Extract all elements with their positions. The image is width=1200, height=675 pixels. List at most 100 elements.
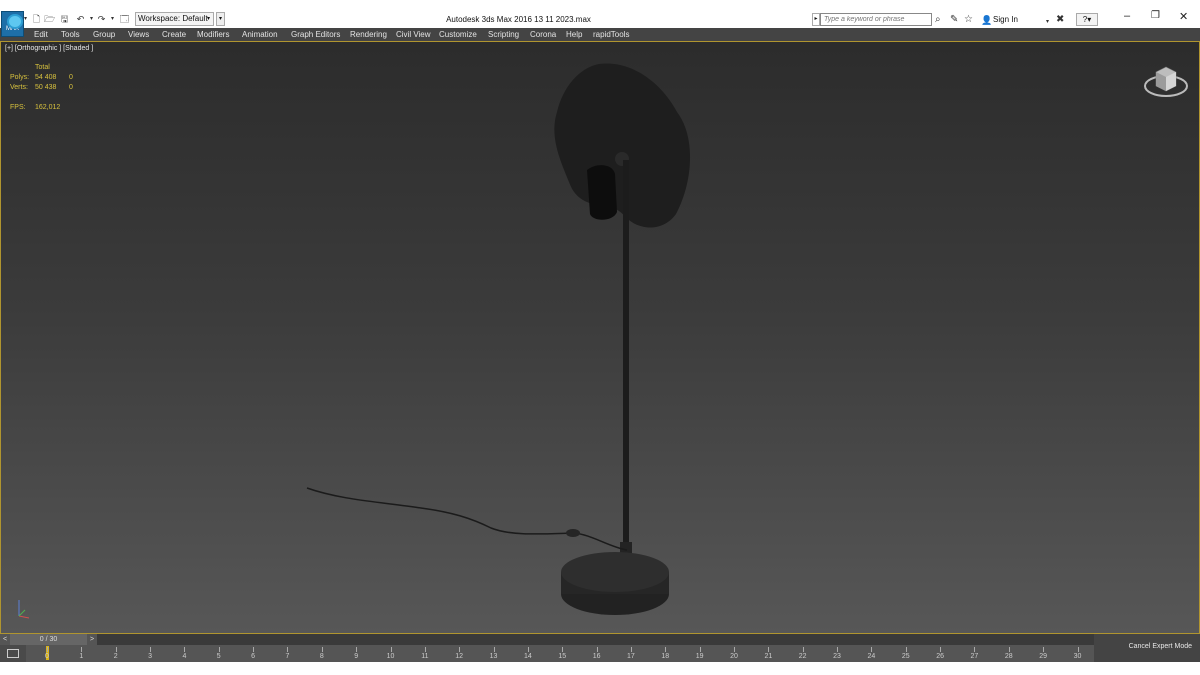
track-tick-label: 9 xyxy=(354,653,359,660)
exchange-apps-icon[interactable]: ✖ xyxy=(1056,14,1064,26)
menu-tools[interactable]: Tools xyxy=(61,29,80,40)
menu-civil-view[interactable]: Civil View xyxy=(396,29,431,40)
track-tick-label: 15 xyxy=(558,653,567,660)
track-tick-label: 3 xyxy=(148,653,152,660)
menu-group[interactable]: Group xyxy=(93,29,115,40)
track-tick xyxy=(321,647,323,652)
perspective-viewport[interactable]: [+] [Orthographic ] [Shaded ] Total Poly… xyxy=(0,41,1200,634)
track-tick xyxy=(115,647,117,652)
time-slider[interactable]: < 0 / 30 > xyxy=(0,634,1100,645)
floor-lamp-model[interactable] xyxy=(1,42,1199,633)
close-icon[interactable]: ✕ xyxy=(1179,10,1188,23)
track-tick xyxy=(1008,647,1010,652)
search-input[interactable] xyxy=(820,13,932,26)
track-tick-label: 20 xyxy=(730,653,738,660)
track-tick xyxy=(974,647,976,652)
track-tick-label: 18 xyxy=(661,653,670,660)
menu-scripting[interactable]: Scripting xyxy=(488,29,519,40)
track-tick xyxy=(287,647,289,652)
search-expand-icon[interactable]: ▸ xyxy=(812,13,820,26)
track-tick-label: 17 xyxy=(627,653,635,660)
subscription-icon[interactable]: ✎ xyxy=(950,14,958,26)
track-tick xyxy=(424,647,426,652)
track-tick xyxy=(184,647,186,652)
track-tick xyxy=(459,647,461,652)
menu-edit[interactable]: Edit xyxy=(34,29,48,40)
track-tick-label: 6 xyxy=(251,653,256,660)
track-tick xyxy=(253,647,255,652)
track-tick-label: 10 xyxy=(386,653,395,660)
track-tick xyxy=(837,647,839,652)
track-tick-label: 24 xyxy=(867,653,876,660)
track-tick xyxy=(699,647,701,652)
track-tick xyxy=(150,647,152,652)
track-bar[interactable]: 0 1 2 3 4 5 6 7 8 9 10 11 12 13 14 15 16 17 18 19 20 21 22 23 24… xyxy=(0,645,1094,662)
track-tick xyxy=(630,647,632,652)
cancel-expert-mode-button[interactable]: Cancel Expert Mode xyxy=(1094,643,1200,650)
track-tick xyxy=(871,647,873,652)
track-tick xyxy=(665,647,667,652)
track-tick xyxy=(390,647,392,652)
track-tick xyxy=(218,647,220,652)
menu-views[interactable]: Views xyxy=(128,29,149,40)
track-tick-label: 8 xyxy=(319,653,324,660)
sign-in-link[interactable]: Sign In xyxy=(993,15,1018,24)
menu-animation[interactable]: Animation xyxy=(242,29,278,40)
viewcube-icon[interactable] xyxy=(1142,62,1192,102)
track-tick-label: 19 xyxy=(695,653,704,660)
menu-corona[interactable]: Corona xyxy=(530,29,556,40)
menu-graph-editors[interactable]: Graph Editors xyxy=(291,29,340,40)
track-tick xyxy=(940,647,942,652)
track-tick xyxy=(1077,647,1079,652)
help-button[interactable]: ?▾ xyxy=(1076,13,1098,26)
app-menu-button[interactable]: MAX xyxy=(1,11,24,37)
track-tick-label: 14 xyxy=(523,653,532,660)
track-tick xyxy=(734,647,735,652)
track-tick-label: 23 xyxy=(833,653,841,660)
time-slider-prev-button[interactable]: < xyxy=(0,634,10,645)
user-icon: 👤 xyxy=(981,15,993,25)
menu-rapidtools[interactable]: rapidTools xyxy=(593,29,629,40)
track-tick xyxy=(47,647,48,652)
track-tick-label: 16 xyxy=(592,653,601,660)
favorites-star-icon[interactable]: ☆ xyxy=(964,14,973,26)
track-tick-label: 21 xyxy=(764,653,773,660)
app-logo-label: MAX xyxy=(5,26,19,32)
menu-modifiers[interactable]: Modifiers xyxy=(197,29,229,40)
title-bar: MAX ▾ 🗋 🗁 🖫 ↶ ▾ ↷ ▾ 🗔 Workspace: Default… xyxy=(0,0,1200,37)
status-bar-strip xyxy=(0,662,1200,675)
track-tick-label: 5 xyxy=(216,653,221,660)
track-tick xyxy=(356,647,358,652)
track-tick xyxy=(768,647,770,652)
track-tick-label: 30 xyxy=(1073,653,1082,660)
track-tick-label: 4 xyxy=(182,653,187,660)
menu-create[interactable]: Create xyxy=(162,29,186,40)
menu-rendering[interactable]: Rendering xyxy=(350,29,387,40)
time-slider-next-button[interactable]: > xyxy=(87,634,97,645)
track-tick-label: 26 xyxy=(936,653,944,660)
menu-bar: Edit Tools Group Views Create Modifiers … xyxy=(0,28,1200,41)
track-tick xyxy=(802,647,804,652)
restore-icon[interactable]: ❐ xyxy=(1151,10,1160,21)
curve-editor-icon xyxy=(7,649,19,658)
track-tick-label: 25 xyxy=(901,653,910,660)
track-tick-label: 12 xyxy=(455,653,464,660)
track-tick xyxy=(905,647,907,652)
track-tick-label: 22 xyxy=(798,653,807,660)
track-tick-label: 7 xyxy=(285,653,290,660)
binoculars-icon[interactable]: ⌕ xyxy=(935,14,941,26)
track-bar-toggle[interactable] xyxy=(0,645,26,662)
track-tick xyxy=(596,647,598,652)
track-tick-label: 2 xyxy=(113,653,118,660)
track-tick xyxy=(1043,647,1045,652)
sign-in-dropdown-icon[interactable]: ▾ xyxy=(1046,16,1049,28)
track-tick-label: 27 xyxy=(970,653,979,660)
track-tick-label: 29 xyxy=(1039,653,1048,660)
minimize-icon[interactable]: – xyxy=(1124,10,1130,22)
menu-help[interactable]: Help xyxy=(566,29,582,40)
time-slider-thumb[interactable]: 0 / 30 xyxy=(10,634,87,645)
track-tick-label: 13 xyxy=(489,653,498,660)
track-tick xyxy=(493,647,495,652)
track-tick xyxy=(527,647,529,652)
menu-customize[interactable]: Customize xyxy=(439,29,477,40)
